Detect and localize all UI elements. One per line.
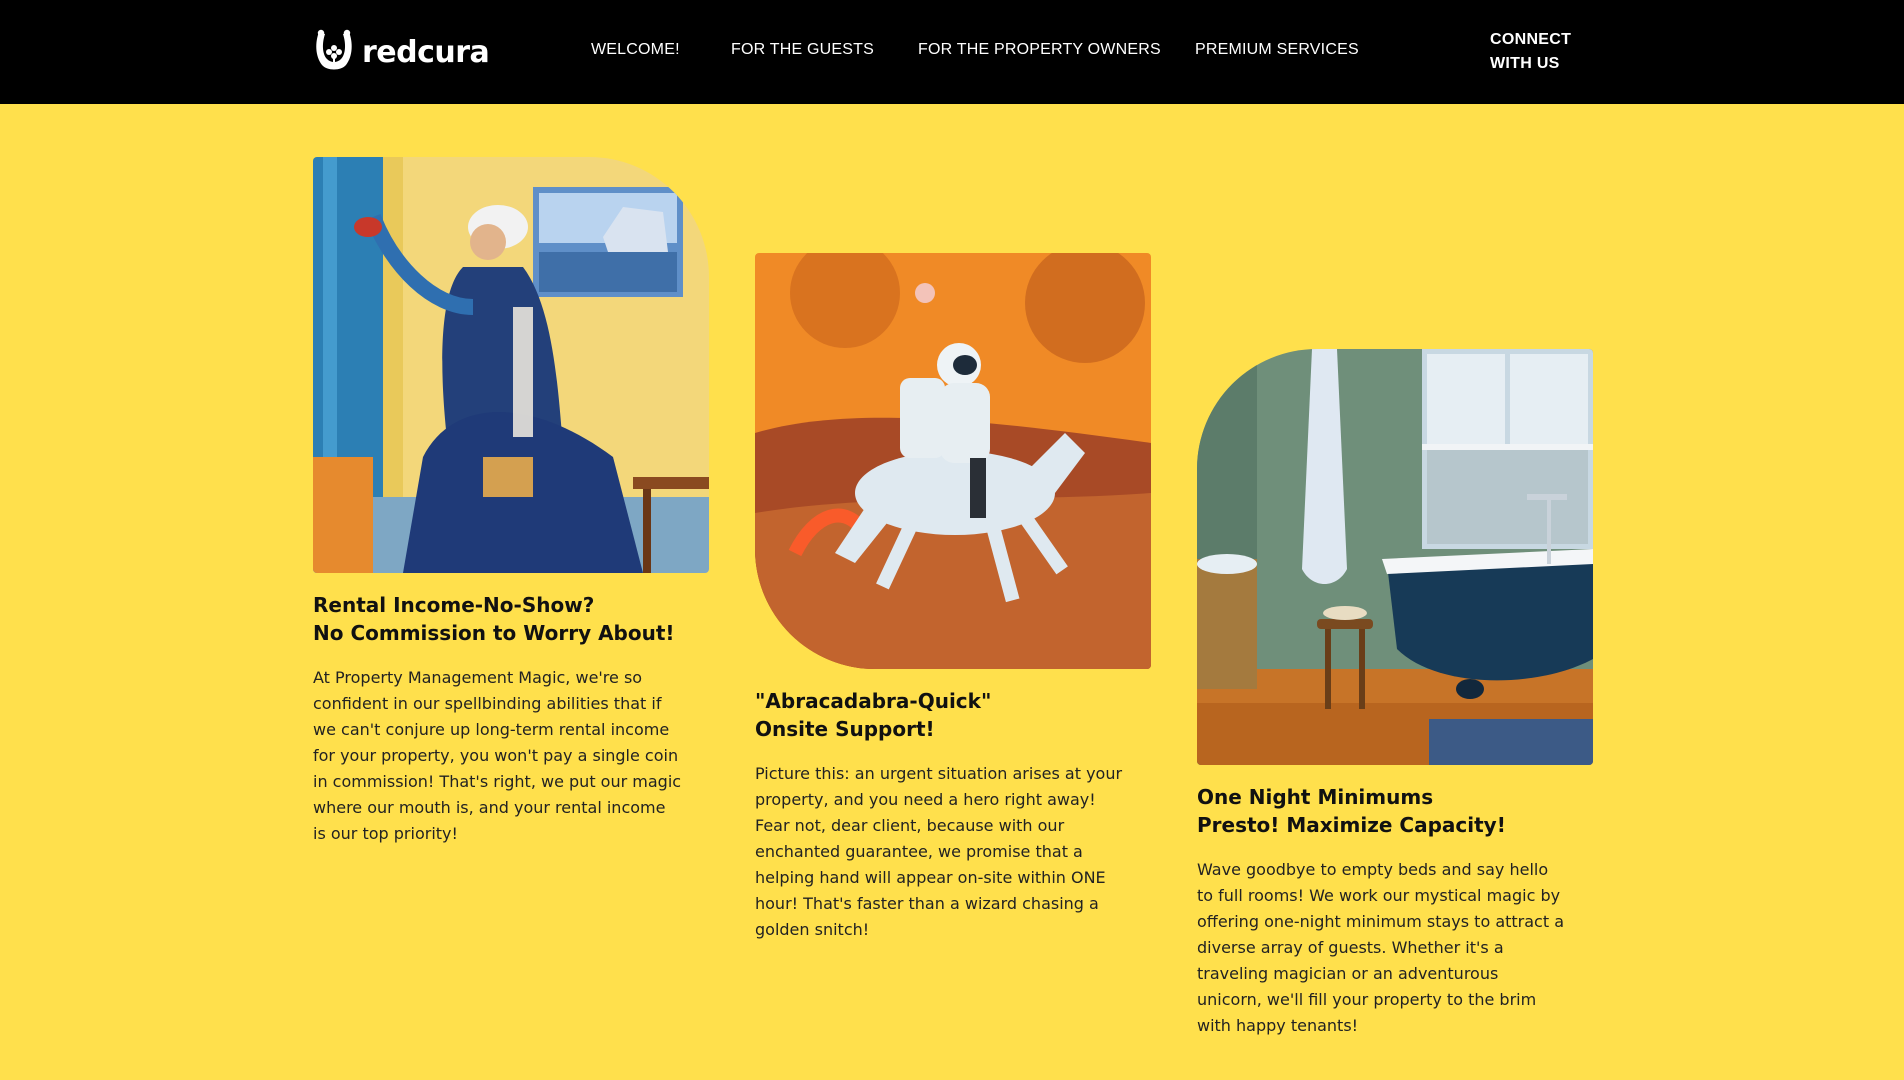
nav-item-premium-services[interactable]: PREMIUM SERVICES <box>1195 41 1359 59</box>
nav-item-for-the-property-owners[interactable]: FOR THE PROPERTY OWNERS <box>918 41 1161 59</box>
card-title-line1: "Abracadabra-Quick" <box>755 689 992 713</box>
connect-label-line1: CONNECT <box>1490 31 1572 48</box>
card-title: Rental Income-No-Show? No Commission to … <box>313 591 711 647</box>
card-title-line2: Presto! Maximize Capacity! <box>1197 813 1506 837</box>
card-title: "Abracadabra-Quick" Onsite Support! <box>755 687 1153 743</box>
maid-painting-image <box>313 157 709 573</box>
top-navigation-bar: redcura WELCOME! FOR THE GUESTS FOR THE … <box>0 0 1904 104</box>
card-title-line2: Onsite Support! <box>755 717 935 741</box>
card-title-line2: No Commission to Worry About! <box>313 621 675 645</box>
horseshoe-clover-icon <box>316 29 352 70</box>
astronaut-horse-image <box>755 253 1151 669</box>
card-body: At Property Management Magic, we're so c… <box>313 668 682 843</box>
card-body: Picture this: an urgent situation arises… <box>755 764 1123 939</box>
card-title: One Night Minimums Presto! Maximize Capa… <box>1197 783 1595 839</box>
bathroom-painting-image <box>1197 349 1593 765</box>
brand-name: redcura <box>362 34 490 70</box>
card-body: Wave goodbye to empty beds and say hello… <box>1197 860 1565 1035</box>
connect-label-line2: WITH US <box>1490 55 1560 72</box>
nav-item-for-the-guests[interactable]: FOR THE GUESTS <box>731 41 874 59</box>
nav-item-welcome[interactable]: WELCOME! <box>591 41 680 59</box>
feature-card-no-show: Rental Income-No-Show? No Commission to … <box>313 157 711 847</box>
connect-with-us-link[interactable]: CONNECT WITH US <box>1490 28 1610 76</box>
feature-card-onsite-support: "Abracadabra-Quick" Onsite Support! Pict… <box>755 253 1153 943</box>
brand-logo[interactable]: redcura <box>312 28 490 76</box>
card-title-line1: One Night Minimums <box>1197 785 1434 809</box>
feature-card-one-night-minimums: One Night Minimums Presto! Maximize Capa… <box>1197 349 1595 1039</box>
card-title-line1: Rental Income-No-Show? <box>313 593 595 617</box>
